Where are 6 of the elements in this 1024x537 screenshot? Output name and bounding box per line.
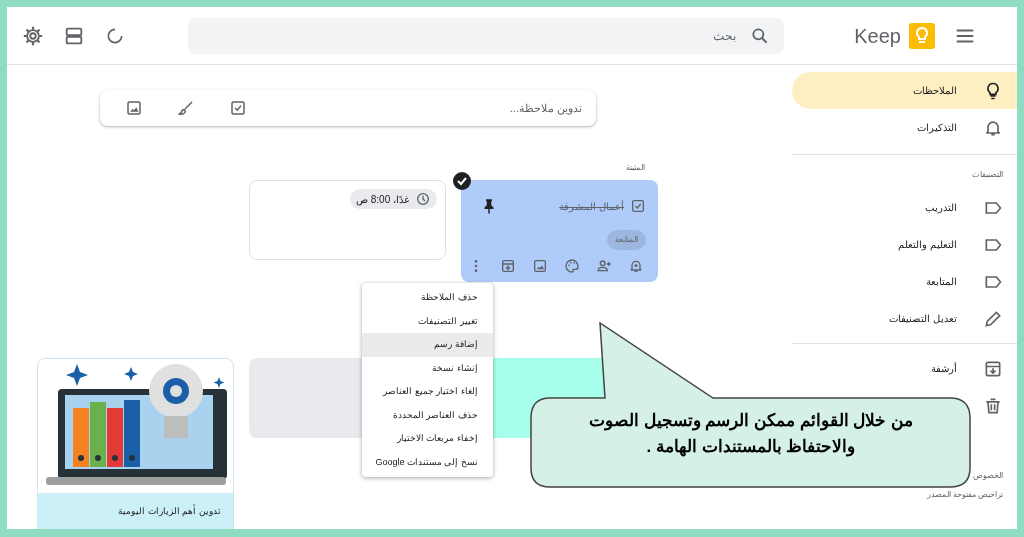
checklist-item: أعمال المشرفة xyxy=(559,199,624,214)
section-heading: التصنيفات xyxy=(971,169,1004,181)
note-text: تدوين أهم الزيارات اليومية xyxy=(117,503,222,519)
section-heading: المثبتة xyxy=(625,162,645,174)
callout-text: من خلال القوائم ممكن الرسم وتسجيل الصوت والاحتفاظ بالمستندات الهامة . xyxy=(587,410,915,459)
app-name: Keep xyxy=(854,23,901,49)
